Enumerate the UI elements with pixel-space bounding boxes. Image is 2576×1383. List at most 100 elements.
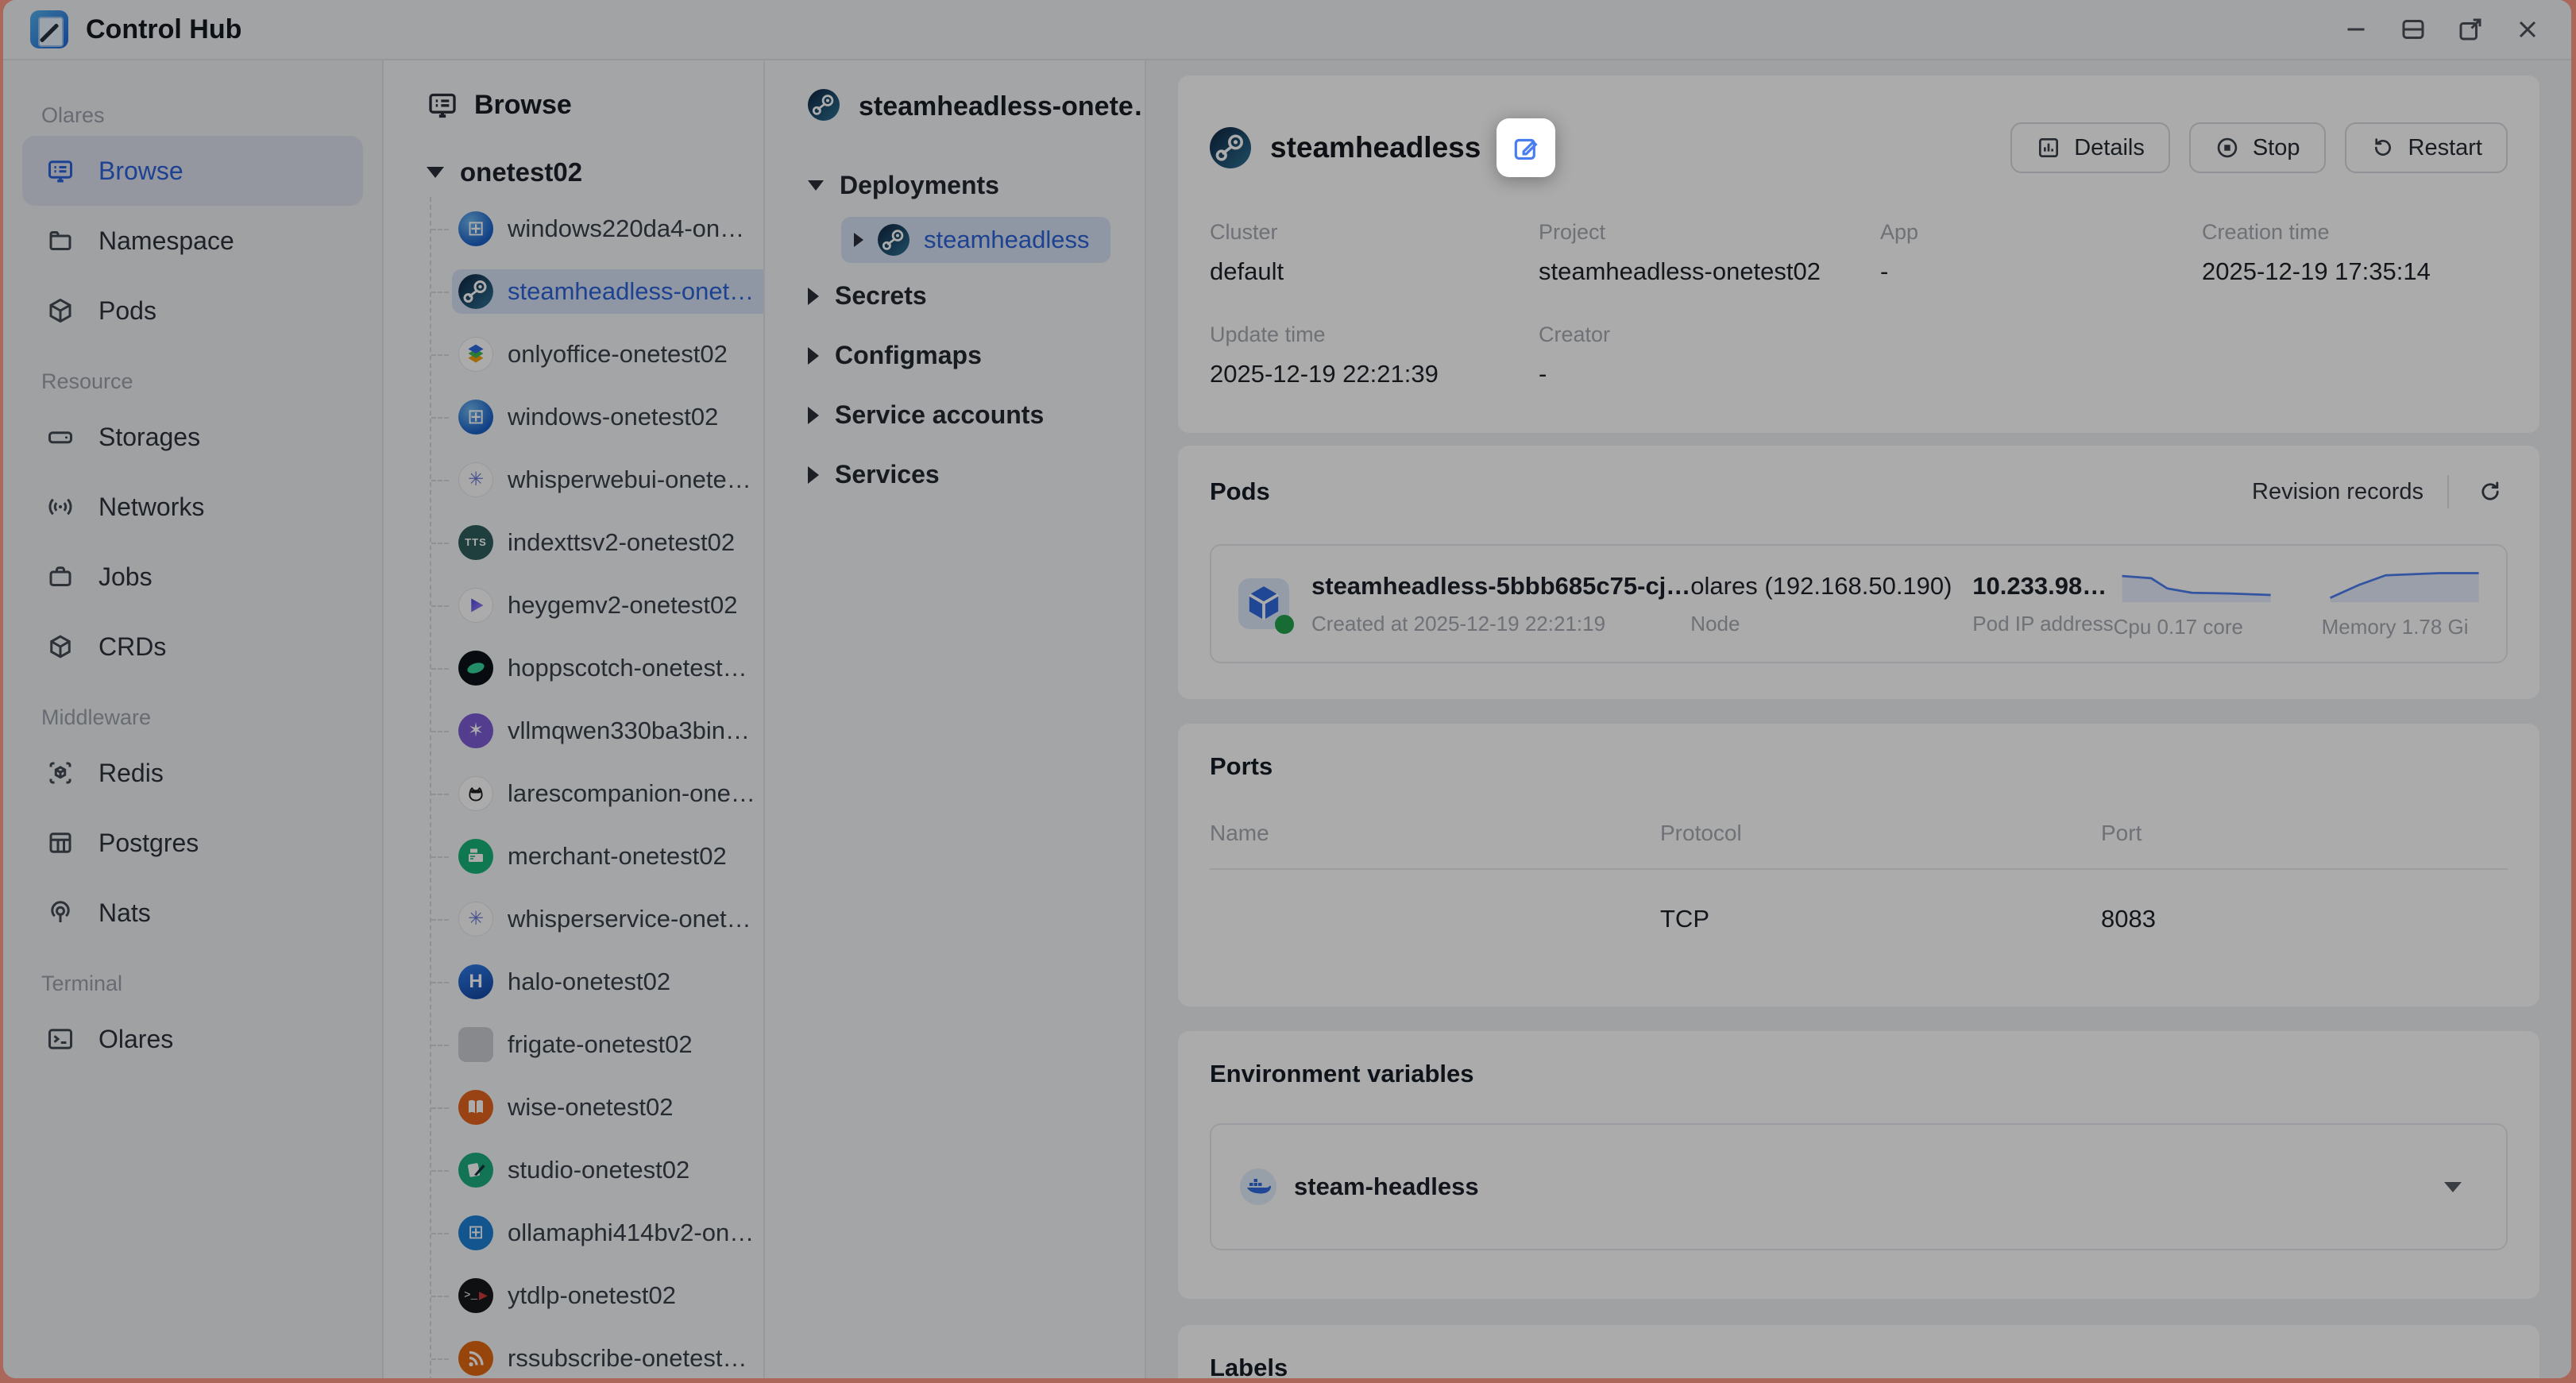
qwen-app-icon: ✶ [458,713,493,748]
sidebar-item-storages[interactable]: Storages [22,402,363,472]
tree-item-windows220da4[interactable]: ⊞windows220da4-on… [431,197,763,260]
tree-item-rssubscribe[interactable]: rssubscribe-onetest… [431,1327,763,1378]
restart-button[interactable]: Restart [2345,122,2508,173]
tree-node-label: Secrets [835,281,927,311]
app-label: ytdlp-onetest02 [508,1281,676,1310]
sidebar-item-label: Jobs [98,562,153,592]
section-label-terminal: Terminal [41,972,382,996]
browse-icon [46,156,75,185]
tree-item-studio[interactable]: studio-onetest02 [431,1138,763,1201]
divider [1210,868,2508,870]
tree-item-whisperwebui[interactable]: ✳ whisperwebui-onete… [431,448,763,511]
creator-label: Creator [1539,323,1880,347]
tree-item-steamheadless[interactable]: steamheadless-onet… [431,260,763,323]
tree-root-label: onetest02 [460,157,582,187]
tree-item-wise[interactable]: wise-onetest02 [431,1076,763,1138]
control-hub-window: Control Hub Olares Browse [3,0,2571,1378]
tree-root-onetest02[interactable]: onetest02 [384,121,763,187]
tree-item-indexttsv2[interactable]: TTSindexttsv2-onetest02 [431,511,763,574]
tree-node-service-accounts[interactable]: Service accounts [765,385,1145,445]
pod-row[interactable]: steamheadless-5bbb685c75-cj… Created at … [1210,544,2508,663]
tree-node-secrets[interactable]: Secrets [765,266,1145,326]
chevron-down-icon[interactable] [2444,1182,2462,1192]
sidebar-item-postgres[interactable]: Postgres [22,808,363,878]
minimize-icon[interactable] [2339,13,2373,46]
edit-icon [1511,133,1541,163]
ports-table-row: TCP 8083 [1210,905,2508,933]
tree-item-ollamaphi[interactable]: ⊞ollamaphi414bv2-on… [431,1201,763,1264]
details-chart-icon [2036,135,2061,160]
app-label: vllmqwen330ba3bin… [508,717,750,745]
tree-item-ytdlp[interactable]: >_▶ ytdlp-onetest02 [431,1264,763,1327]
main-content: steamheadless Details Stop [1146,60,2571,1378]
windows-app-icon: ⊞ [458,211,493,246]
tree-node-steamheadless-deployment[interactable]: steamheadless [841,217,1110,263]
cluster-label: Cluster [1210,220,1539,245]
stop-button[interactable]: Stop [2189,122,2326,173]
tree-item-hoppscotch[interactable]: hoppscotch-onetest… [431,636,763,699]
edit-name-button[interactable] [1497,118,1555,177]
ytdlp-app-icon: >_▶ [458,1278,493,1313]
pods-card: Pods Revision records steamheadless-5bbb… [1178,446,2539,699]
whisper-app-icon: ✳ [458,902,493,937]
env-container-row[interactable]: steam-headless [1210,1123,2508,1250]
app-label: studio-onetest02 [508,1156,689,1184]
app-label: ollamaphi414bv2-on… [508,1219,754,1247]
sidebar-item-nats[interactable]: Nats [22,878,363,948]
open-external-icon[interactable] [2454,13,2487,46]
namespace-folder-icon [46,226,75,255]
sidebar-item-networks[interactable]: Networks [22,472,363,542]
tree-item-onlyoffice[interactable]: onlyoffice-onetest02 [431,323,763,385]
tree-item-whisperservice[interactable]: ✳whisperservice-onet… [431,887,763,950]
docker-icon [1240,1169,1276,1205]
sidebar-item-label: Nats [98,898,151,928]
window-title: Control Hub [86,14,241,45]
tree-node-services[interactable]: Services [765,445,1145,504]
tree-item-vllmqwen[interactable]: ✶ vllmqwen330ba3bin… [431,699,763,762]
app-label: merchant-onetest02 [508,842,727,871]
chevron-right-icon [808,407,819,424]
whisper-app-icon: ✳ [458,462,493,497]
crds-cube-icon [46,632,75,661]
networks-icon [46,493,75,521]
ports-card: Ports Name Protocol Port TCP 8083 [1178,724,2539,1006]
app-label: whisperwebui-onete… [508,466,751,494]
frigate-app-icon [458,1027,493,1062]
details-button[interactable]: Details [2010,122,2170,173]
section-label-resource: Resource [41,369,382,394]
update-time-value: 2025-12-19 22:21:39 [1210,360,1539,388]
steam-app-icon [878,224,910,256]
pod-status-icon [1238,578,1289,629]
sidebar-item-redis[interactable]: Redis [22,738,363,808]
tree-node-label: Deployments [840,171,999,200]
control-hub-app-icon [30,10,68,48]
tree-node-deployments[interactable]: Deployments [765,156,1145,215]
tree-node-label: Service accounts [835,400,1044,430]
refresh-icon[interactable] [2473,474,2508,509]
tree-item-halo[interactable]: Hhalo-onetest02 [431,950,763,1013]
tree-item-larescompanion[interactable]: larescompanion-one… [431,762,763,825]
rss-app-icon [458,1341,493,1376]
tree-item-frigate[interactable]: frigate-onetest02 [431,1013,763,1076]
revision-records-button[interactable]: Revision records [2252,479,2423,505]
cpu-sparkline [2114,569,2281,604]
tree-item-merchant[interactable]: merchant-onetest02 [431,825,763,887]
sidebar-item-browse[interactable]: Browse [22,136,363,206]
memory-sparkline [2322,569,2489,604]
creation-time-value: 2025-12-19 17:35:14 [2202,257,2508,286]
sidebar-item-olares-terminal[interactable]: Olares [22,1004,363,1074]
sidebar-item-pods[interactable]: Pods [22,276,363,346]
app-label: steamheadless-onet… [508,277,754,306]
close-icon[interactable] [2511,13,2544,46]
creation-time-label: Creation time [2202,220,2508,245]
chevron-right-icon [808,466,819,484]
app-label: hoppscotch-onetest… [508,654,747,682]
maximize-icon[interactable] [2396,13,2430,46]
tree-node-configmaps[interactable]: Configmaps [765,326,1145,385]
project-label: Project [1539,220,1880,245]
tree-item-windows[interactable]: ⊞windows-onetest02 [431,385,763,448]
sidebar-item-namespace[interactable]: Namespace [22,206,363,276]
tree-item-heygemv2[interactable]: heygemv2-onetest02 [431,574,763,636]
sidebar-item-jobs[interactable]: Jobs [22,542,363,612]
sidebar-item-crds[interactable]: CRDs [22,612,363,682]
